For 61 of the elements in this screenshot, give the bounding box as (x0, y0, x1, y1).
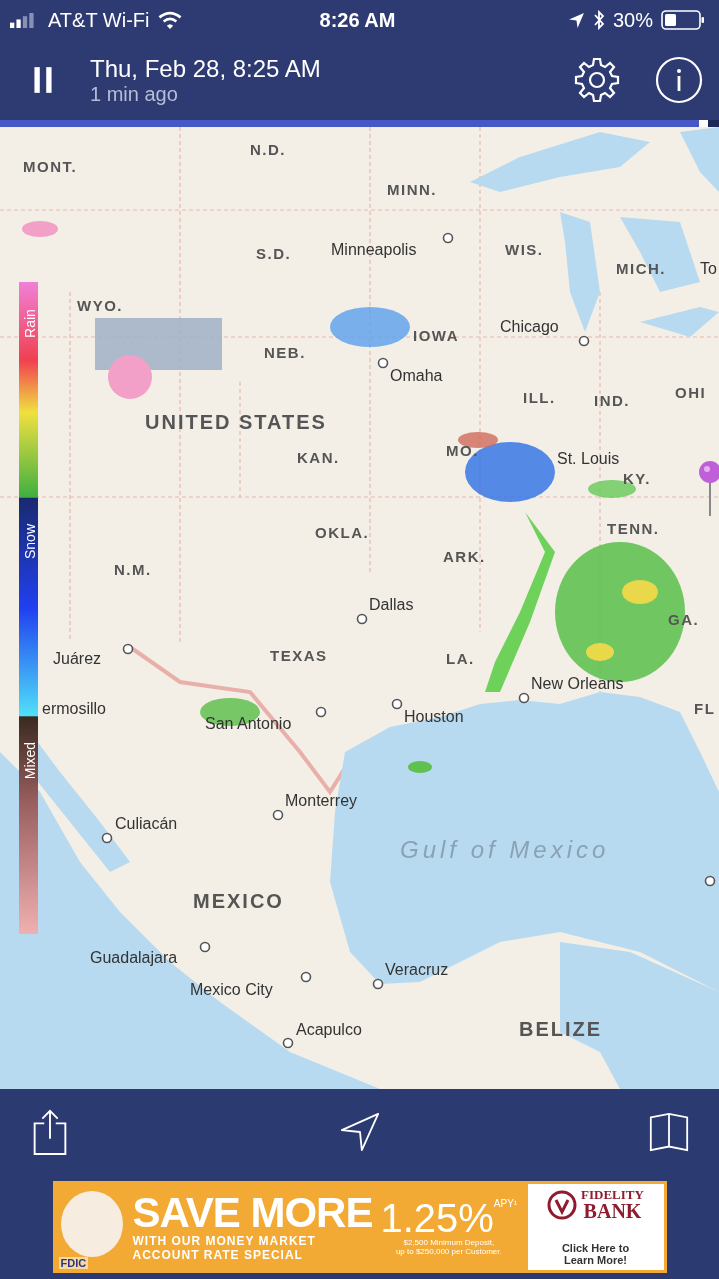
map-label: Chicago (500, 318, 559, 336)
map-label: New Orleans (531, 675, 624, 693)
map-label: MINN. (387, 181, 437, 199)
map-label: ermosillo (42, 700, 106, 718)
bank-name: BANK (583, 1201, 642, 1221)
ad-fine-print: $2,500 Minimum Deposit, (403, 1238, 495, 1247)
map-label: N.M. (114, 561, 152, 579)
map-label: BELIZE (519, 1018, 603, 1040)
map-label: Juárez (53, 650, 102, 668)
map-label: St. Louis (557, 450, 620, 468)
map-label: WIS. (505, 241, 544, 259)
map-label: ILL. (523, 389, 556, 407)
legend-label: Snow (20, 523, 38, 561)
map-label: TENN. (607, 520, 660, 538)
map-label: Veracruz (385, 961, 449, 979)
clock-label: 8:26 AM (319, 8, 396, 32)
map-label: FL (694, 700, 716, 718)
map-label: WYO. (77, 297, 123, 315)
map-label: San Antonio (205, 715, 292, 733)
ad-tagline: ACCOUNT RATE SPECIAL (132, 1248, 304, 1262)
ad-rate-note: APY¹ (493, 1198, 518, 1209)
map-label: Monterrey (285, 792, 358, 810)
map-label: Mexico City (190, 981, 273, 999)
ad-headline: SAVE MORE (132, 1192, 373, 1234)
map-label: LA. (446, 650, 475, 668)
time-ago-label: 1 min ago (90, 82, 179, 106)
map-label: Culiacán (115, 815, 178, 833)
map-label: OKLA. (315, 524, 370, 542)
map-label: IOWA (413, 327, 459, 345)
legend-label: Mixed (20, 740, 38, 781)
map-label: IND. (594, 392, 630, 410)
map-label: NEB. (264, 344, 306, 362)
map-label: MONT. (23, 158, 78, 176)
map-label: TEXAS (270, 647, 328, 665)
map-label: UNITED STATES (145, 411, 327, 433)
ad-rate: 1.25% (380, 1198, 494, 1238)
map-label: To (700, 260, 717, 278)
radar-timestamp: Thu, Feb 28, 8:25 AM (90, 54, 322, 83)
map-label: Dallas (369, 596, 414, 614)
map-label: MO. (446, 442, 479, 460)
map-label: Houston (404, 708, 464, 726)
legend-label: Rain (20, 308, 38, 340)
map-label: MICH. (616, 260, 666, 278)
map-label: Minneapolis (331, 241, 417, 259)
map-label: ARK. (443, 548, 486, 566)
ad-fine-print: up to $250,000 per Customer. (395, 1247, 502, 1256)
map-label: Gulf of Mexico (400, 836, 610, 864)
map-label: MEXICO (193, 890, 284, 912)
ad-tagline: WITH OUR MONEY MARKET (132, 1234, 317, 1248)
map-label: Guadalajara (90, 949, 178, 967)
bank-name: FIDELITY (581, 1188, 644, 1201)
battery-percent: 30% (612, 8, 653, 32)
map-label: OHI (675, 384, 707, 402)
fdic-label: FDIC (58, 1257, 89, 1269)
map-label: Omaha (390, 367, 443, 385)
carrier-label: AT&T Wi-Fi (48, 8, 150, 32)
map-label: S.D. (256, 245, 292, 263)
map-label: Acapulco (296, 1021, 362, 1039)
map-label: N.D. (250, 141, 286, 159)
map-label: KY. (623, 470, 651, 488)
map-label: KAN. (297, 449, 340, 467)
